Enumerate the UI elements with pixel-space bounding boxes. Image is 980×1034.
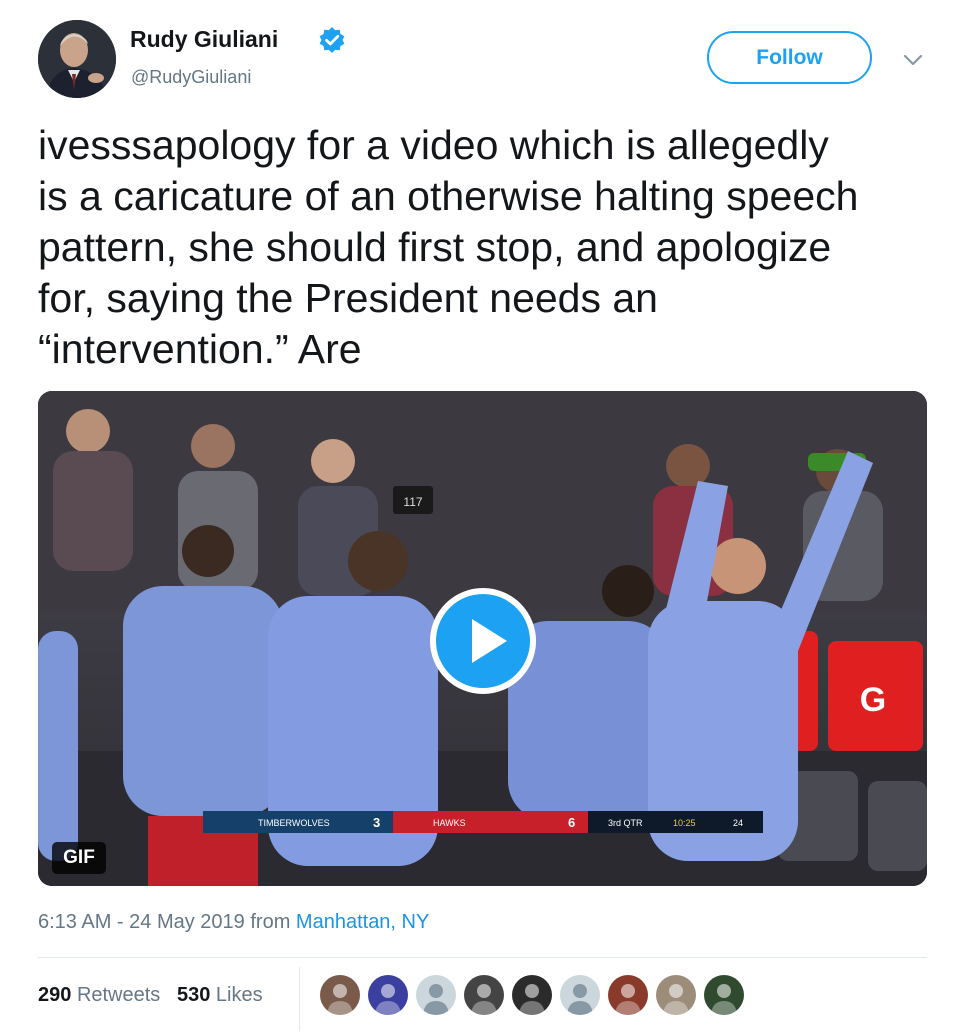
verified-badge-icon <box>318 26 346 54</box>
liker-avatar-7[interactable] <box>608 975 648 1015</box>
likers-avatars <box>320 975 752 1019</box>
likes-count: 530 <box>176 984 211 1006</box>
tweet-timestamp[interactable]: 6:13 AM - 24 May 2019 <box>38 911 245 933</box>
likes-stat[interactable]: 530 Likes <box>177 984 263 1006</box>
tweet-text-line: for, saying the President needs an <box>38 275 658 321</box>
tweet-text-line: “intervention.” Are <box>38 326 362 372</box>
chevron-down-icon[interactable] <box>900 50 926 70</box>
tweet-stats: 290 Retweets 530 Likes <box>38 984 263 1007</box>
svg-text:G: G <box>860 681 886 719</box>
score-shot-clock: 24 <box>733 818 743 828</box>
score-quarter: 3rd QTR <box>608 818 643 828</box>
tweet-text-line: ivesssapology for a video which is alleg… <box>38 122 829 168</box>
liker-avatar-8[interactable] <box>656 975 696 1015</box>
overlay-number: 117 <box>403 495 422 509</box>
tweet-text-line: is a caricature of an otherwise halting … <box>38 173 859 219</box>
score-clock: 10:25 <box>673 818 696 828</box>
score-1: 3 <box>373 815 380 830</box>
liker-avatar-1[interactable] <box>320 975 360 1015</box>
default-avatar[interactable] <box>560 975 600 1015</box>
play-icon[interactable] <box>429 587 537 695</box>
score-2: 6 <box>568 815 575 830</box>
follow-button[interactable]: Follow <box>707 31 872 84</box>
tweet-text-line: pattern, she should first stop, and apol… <box>38 224 832 270</box>
from-label: from <box>250 911 291 933</box>
gif-badge: GIF <box>52 842 106 874</box>
tweet-text: ivesssapology for a video which is alleg… <box>38 120 938 375</box>
score-team2: HAWKS <box>433 818 466 828</box>
retweets-stat[interactable]: 290 Retweets <box>38 984 160 1006</box>
score-team1: TIMBERWOLVES <box>258 818 330 828</box>
likes-label: Likes <box>215 984 263 1006</box>
liker-avatar-5[interactable] <box>512 975 552 1015</box>
tweet-meta: 6:13 AM - 24 May 2019 from Manhattan, NY <box>38 911 429 934</box>
divider <box>38 957 927 958</box>
retweets-count: 290 <box>38 984 72 1006</box>
location-link[interactable]: Manhattan, NY <box>296 911 429 933</box>
author-avatar[interactable] <box>38 20 116 98</box>
retweets-label: Retweets <box>76 984 161 1006</box>
liker-avatar-2[interactable] <box>368 975 408 1015</box>
default-avatar[interactable] <box>416 975 456 1015</box>
liker-avatar-9[interactable] <box>704 975 744 1015</box>
stats-divider <box>299 967 300 1031</box>
author-name[interactable]: Rudy Giuliani <box>130 26 278 53</box>
liker-avatar-4[interactable] <box>464 975 504 1015</box>
author-handle[interactable]: @RudyGiuliani <box>131 67 251 88</box>
